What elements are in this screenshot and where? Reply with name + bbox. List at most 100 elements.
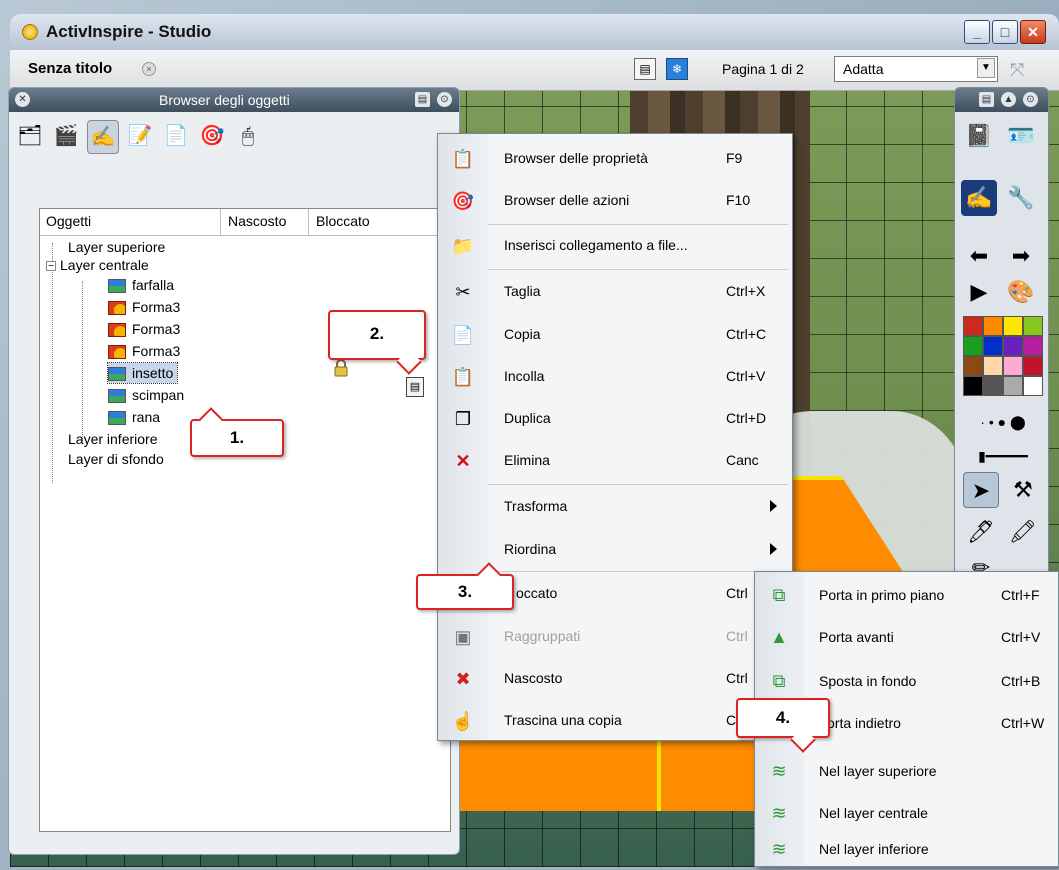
- chevron-down-icon[interactable]: ▼: [977, 58, 995, 78]
- color-wheel-icon[interactable]: 🎨: [1003, 274, 1039, 310]
- snowflake-icon[interactable]: ❄: [666, 58, 688, 80]
- menu-separator: [488, 269, 788, 270]
- object-row-rana[interactable]: rana: [108, 407, 160, 427]
- menu-item-inserisci-collegamento[interactable]: 📁 Inserisci collegamento a file...: [438, 225, 792, 267]
- submenu-item-porta-avanti[interactable]: ▲ Porta avanti Ctrl+V: [755, 616, 1058, 658]
- tools-icon[interactable]: 🔧: [1003, 180, 1039, 216]
- column-bloccato[interactable]: Bloccato: [316, 213, 370, 229]
- zoom-select[interactable]: Adatta: [834, 56, 998, 82]
- tab-senza-titolo[interactable]: Senza titolo: [28, 60, 112, 77]
- color-swatch[interactable]: [983, 316, 1003, 336]
- previous-page-icon[interactable]: ⬅: [961, 238, 997, 274]
- object-row-forma3[interactable]: Forma3: [108, 319, 180, 339]
- submenu-item-sposta-in-fondo[interactable]: ⧉ Sposta in fondo Ctrl+B: [755, 660, 1058, 702]
- properties-icon[interactable]: ▤: [406, 377, 424, 397]
- color-swatch[interactable]: [963, 336, 983, 356]
- shape-thumbnail-icon: [108, 323, 126, 338]
- menu-item-browser-proprieta[interactable]: 📋 Browser delle proprietà F9: [438, 138, 792, 180]
- highlighter-icon[interactable]: 🖍: [1005, 514, 1041, 550]
- color-swatch[interactable]: [1023, 356, 1043, 376]
- close-button[interactable]: ✕: [1020, 20, 1046, 44]
- color-swatch[interactable]: [1003, 376, 1023, 396]
- color-swatch[interactable]: [1003, 336, 1023, 356]
- play-icon[interactable]: ▶: [961, 274, 997, 310]
- object-row-farfalla[interactable]: farfalla: [108, 275, 174, 295]
- user-card-icon[interactable]: 🪪: [1003, 118, 1039, 154]
- minimize-button[interactable]: _: [964, 20, 990, 44]
- menu-item-elimina[interactable]: ✕ Elimina Canc: [438, 440, 792, 482]
- panel-menu-icon[interactable]: ▤: [415, 92, 430, 107]
- object-browser-title: Browser degli oggetti: [159, 92, 290, 108]
- layer-centrale-row[interactable]: − Layer centrale: [46, 255, 149, 275]
- submenu-item-layer-inferiore[interactable]: ≋ Nel layer inferiore: [755, 828, 1058, 870]
- object-row-forma3[interactable]: Forma3: [108, 297, 180, 317]
- menu-item-nascosto[interactable]: ✖ Nascosto Ctrl: [438, 658, 792, 700]
- tab-close-icon[interactable]: ×: [142, 62, 156, 76]
- notes-browser-icon[interactable]: 📝: [125, 120, 155, 152]
- color-swatch[interactable]: [1003, 316, 1023, 336]
- column-oggetti[interactable]: Oggetti: [46, 213, 91, 229]
- pen-icon[interactable]: 🖊: [963, 514, 999, 550]
- width-slider[interactable]: ▮━━━━━: [963, 438, 1043, 474]
- color-swatch[interactable]: [1023, 336, 1043, 356]
- toolbox-up-icon[interactable]: ▲: [1001, 92, 1016, 107]
- select-cursor-icon[interactable]: ➤: [963, 472, 999, 508]
- toolbox-menu-icon[interactable]: ▤: [979, 92, 994, 107]
- menu-item-shortcut: Ctrl+B: [1001, 673, 1041, 689]
- close-panel-icon[interactable]: ✕: [15, 92, 30, 107]
- layer-inferiore-row[interactable]: Layer inferiore: [46, 429, 158, 449]
- column-nascosto[interactable]: Nascosto: [228, 213, 286, 229]
- menu-item-duplica[interactable]: ❐ Duplica Ctrl+D: [438, 398, 792, 440]
- callout-label: 2.: [369, 324, 385, 343]
- color-swatch[interactable]: [963, 376, 983, 396]
- bring-to-front-icon: ⧉: [772, 585, 786, 605]
- color-swatch[interactable]: [983, 336, 1003, 356]
- menu-item-raggruppati[interactable]: ▣ Raggruppati Ctrl: [438, 616, 792, 658]
- page-notes-icon[interactable]: ▤: [634, 58, 656, 80]
- layer-superiore-row[interactable]: Layer superiore: [46, 237, 165, 257]
- object-browser-icon[interactable]: ✍: [87, 120, 119, 154]
- menu-item-label: Porta avanti: [819, 629, 894, 645]
- hammer-icon[interactable]: ⚒: [1005, 472, 1041, 508]
- menu-item-label: occato: [516, 585, 558, 601]
- pen-width-icon[interactable]: · • ● ⬤: [963, 404, 1043, 440]
- color-swatch[interactable]: [983, 356, 1003, 376]
- resource-browser-icon[interactable]: 🎬: [51, 120, 81, 152]
- layers-icon: ≋: [771, 839, 787, 859]
- object-row-forma3[interactable]: Forma3: [108, 341, 180, 361]
- menu-item-label: Copia: [504, 326, 541, 342]
- submenu-item-porta-primo-piano[interactable]: ⧉ Porta in primo piano Ctrl+F: [755, 574, 1058, 616]
- property-browser-icon[interactable]: 📄: [161, 120, 191, 152]
- object-row-scimpanze[interactable]: scimpan: [108, 385, 184, 405]
- handwriting-icon[interactable]: ✍: [961, 180, 997, 216]
- color-swatch[interactable]: [963, 316, 983, 336]
- shape-thumbnail-icon: [108, 301, 126, 316]
- menu-item-copia[interactable]: 📄 Copia Ctrl+C: [438, 314, 792, 356]
- page-browser-icon[interactable]: 🗂: [15, 120, 45, 152]
- action-browser-icon[interactable]: 🎯: [197, 120, 227, 152]
- menu-item-trasforma[interactable]: Trasforma: [438, 486, 792, 528]
- color-swatch[interactable]: [1023, 316, 1043, 336]
- collapse-icon[interactable]: −: [46, 261, 56, 272]
- submenu-item-layer-superiore[interactable]: ≋ Nel layer superiore: [755, 750, 1058, 792]
- fullscreen-icon[interactable]: ⤧: [1010, 60, 1024, 81]
- notebook-icon[interactable]: 📓: [961, 118, 997, 154]
- layer-sfondo-row[interactable]: Layer di sfondo: [46, 449, 164, 469]
- menu-item-browser-azioni[interactable]: 🎯 Browser delle azioni F10: [438, 180, 792, 222]
- lock-icon[interactable]: [334, 359, 348, 377]
- voting-browser-icon[interactable]: 🖱: [233, 120, 263, 152]
- pin-icon[interactable]: ⊙: [1023, 92, 1038, 107]
- color-swatch[interactable]: [1023, 376, 1043, 396]
- maximize-button[interactable]: □: [992, 20, 1018, 44]
- menu-item-label: Inserisci collegamento a file...: [504, 237, 688, 253]
- object-row-insetto[interactable]: insetto: [106, 362, 179, 384]
- menu-item-incolla[interactable]: 📋 Incolla Ctrl+V: [438, 356, 792, 398]
- color-swatch[interactable]: [1003, 356, 1023, 376]
- menu-item-taglia[interactable]: ✂ Taglia Ctrl+X: [438, 271, 792, 313]
- pin-icon[interactable]: ⊙: [437, 92, 452, 107]
- paste-icon: 📋: [451, 367, 475, 387]
- color-swatch[interactable]: [963, 356, 983, 376]
- next-page-icon[interactable]: ➡: [1003, 238, 1039, 274]
- hidden-icon: ✖: [455, 669, 471, 689]
- color-swatch[interactable]: [983, 376, 1003, 396]
